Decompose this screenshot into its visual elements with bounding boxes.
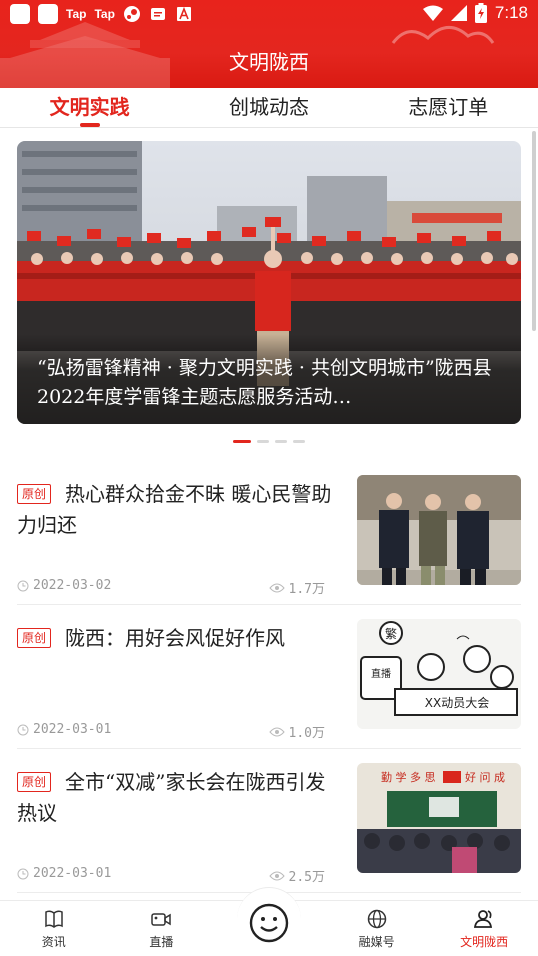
- news-title: 陇西：用好会风促好作风: [65, 626, 286, 650]
- news-headline: 原创 陇西：用好会风促好作风: [17, 623, 335, 654]
- app-header: Tap Tap 7:18 文明陇西: [0, 0, 538, 88]
- nav-live[interactable]: 直播: [108, 901, 216, 956]
- original-badge: 原创: [17, 628, 52, 648]
- news-headline: 原创 全市“双减”家长会在陇西引发热议: [17, 767, 335, 829]
- carousel-dot[interactable]: [275, 440, 287, 443]
- message-icon: [150, 8, 165, 20]
- banner-caption: “弘扬雷锋精神 · 聚力文明实践 · 共创文明城市”陇西县2022年度学雷锋主题…: [17, 334, 521, 424]
- book-icon: [45, 910, 63, 928]
- taptap-icon: Tap: [66, 7, 87, 21]
- svg-text:直播: 直播: [371, 667, 391, 680]
- original-badge: 原创: [17, 484, 52, 504]
- page-title: 文明陇西: [229, 50, 309, 74]
- scrollbar-thumb[interactable]: [532, 131, 536, 331]
- news-headline: 原创 热心群众拾金不昧 暖心民警助力归还: [17, 479, 335, 541]
- news-views: 1.7万: [268, 578, 325, 597]
- news-date: 2022-03-01: [17, 722, 111, 737]
- nav-center[interactable]: [215, 887, 323, 956]
- clock-icon: [17, 580, 29, 591]
- tab-indicator: [79, 123, 100, 127]
- news-item[interactable]: 原创 全市“双减”家长会在陇西引发热议 2022-03-01 2.5万 勤 学 多…: [17, 749, 521, 893]
- news-title: 全市“双减”家长会在陇西引发热议: [17, 770, 326, 825]
- news-item[interactable]: 原创 陇西：用好会风促好作风 2022-03-01 1.0万 繁 直播 XX动员大…: [17, 605, 521, 749]
- video-camera-icon: [151, 913, 172, 926]
- carousel-dot[interactable]: [233, 440, 251, 443]
- tab-label: 创城动态: [228, 95, 309, 119]
- news-item[interactable]: 原创 热心群众拾金不昧 暖心民警助力归还 2022-03-02 1.7万: [17, 461, 521, 605]
- tab-volunteer-orders[interactable]: 志愿订单: [359, 88, 538, 127]
- eye-icon: [268, 871, 285, 880]
- tab-label: 志愿订单: [408, 95, 489, 119]
- clock-icon: [17, 868, 29, 879]
- nav-news[interactable]: 资讯: [0, 901, 108, 956]
- carousel-dot[interactable]: [293, 440, 305, 443]
- steam-icon: [123, 6, 140, 22]
- signal-icon: [450, 5, 467, 21]
- news-date: 2022-03-01: [17, 866, 111, 881]
- app-icon: [38, 4, 58, 24]
- users-icon: [474, 910, 493, 928]
- svg-text:好 问 成: 好 问 成: [465, 770, 505, 784]
- news-thumbnail: 繁 直播 XX动员大会: [357, 619, 521, 729]
- tab-civilization-practice[interactable]: 文明实践: [0, 88, 179, 127]
- taptap-icon: Tap: [94, 7, 115, 21]
- tab-label: 文明实践: [49, 95, 130, 119]
- smiley-icon[interactable]: [248, 902, 290, 944]
- svg-text:XX动员大会: XX动员大会: [425, 696, 489, 710]
- news-views: 2.5万: [268, 866, 325, 885]
- eye-icon: [268, 727, 285, 736]
- tab-bar: 文明实践 创城动态 志愿订单: [0, 88, 538, 128]
- carousel-dot[interactable]: [257, 440, 269, 443]
- clock-icon: [17, 724, 29, 735]
- svg-text:勤 学 多 思: 勤 学 多 思: [381, 770, 436, 784]
- banner-carousel[interactable]: “弘扬雷锋精神 · 聚力文明实践 · 共创文明城市”陇西县2022年度学雷锋主题…: [17, 141, 521, 424]
- news-views: 1.0万: [268, 722, 325, 741]
- status-bar: Tap Tap 7:18: [0, 0, 538, 28]
- globe-icon: [367, 909, 386, 929]
- battery-charging-icon: [474, 3, 487, 23]
- clock: 7:18: [494, 3, 528, 22]
- original-badge: 原创: [17, 772, 52, 792]
- nav-civilization[interactable]: 文明陇西: [430, 901, 538, 956]
- news-thumbnail: [357, 475, 521, 585]
- wifi-icon: [422, 5, 443, 21]
- news-title: 热心群众拾金不昧 暖心民警助力归还: [17, 482, 332, 537]
- svg-text:繁: 繁: [385, 626, 397, 641]
- carousel-indicator: [0, 440, 538, 443]
- a-icon: [176, 6, 191, 21]
- news-thumbnail: 勤 学 多 思 好 问 成: [357, 763, 521, 873]
- bottom-navigation: 资讯 直播 融媒号 文明陇西: [0, 887, 538, 956]
- eye-icon: [268, 583, 285, 592]
- app-icon: [10, 4, 30, 24]
- nav-media[interactable]: 融媒号: [323, 901, 431, 956]
- news-date: 2022-03-02: [17, 578, 111, 593]
- tab-city-news[interactable]: 创城动态: [179, 88, 358, 127]
